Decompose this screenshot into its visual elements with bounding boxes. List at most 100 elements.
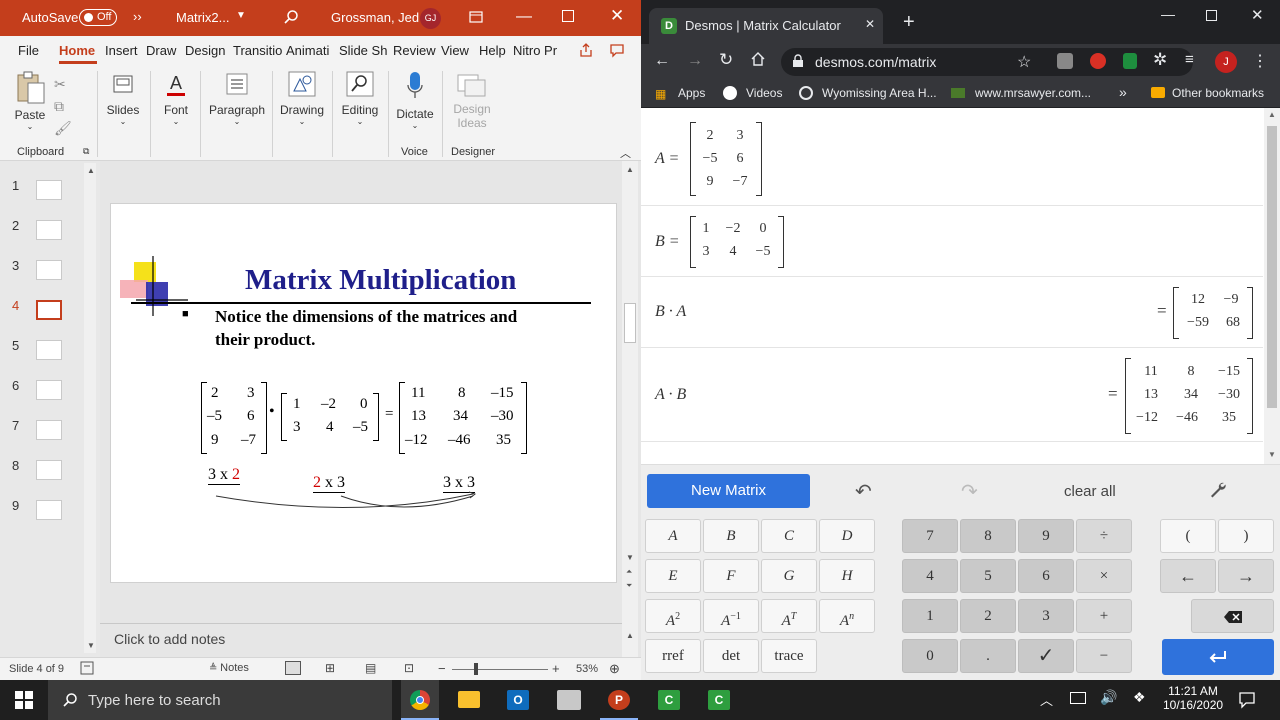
doc-name[interactable]: Matrix2... xyxy=(176,10,229,25)
slide-thumbnail-5[interactable] xyxy=(36,340,62,360)
share-icon[interactable] xyxy=(578,42,594,58)
profile-avatar[interactable]: J xyxy=(1215,51,1237,73)
matrix-cell[interactable]: −7 xyxy=(726,174,754,190)
slide-thumbnail-8[interactable] xyxy=(36,460,62,480)
expression-row-a[interactable]: A = 2 3 −5 6 9 −7 xyxy=(641,108,1263,206)
accessibility-icon[interactable] xyxy=(80,661,94,675)
dictate-button[interactable]: Dictate ⌄ xyxy=(395,71,435,130)
matrix-b[interactable]: 1 −2 0 3 4 −5 xyxy=(690,216,784,268)
camtasia-recorder-icon[interactable]: C xyxy=(708,690,730,710)
key-left-paren[interactable]: ( xyxy=(1160,519,1216,553)
tab-file[interactable]: File xyxy=(18,43,39,58)
reading-list-icon[interactable]: ≡ xyxy=(1185,51,1194,68)
key-enter[interactable] xyxy=(1162,639,1274,675)
paste-dropdown-icon[interactable]: ⌄ xyxy=(14,122,46,131)
close-icon[interactable]: ✕ xyxy=(1251,6,1264,24)
matrix-cell[interactable]: −5 xyxy=(749,244,777,260)
tab-review[interactable]: Review xyxy=(393,43,436,58)
matrix-cell[interactable]: 2 xyxy=(696,128,724,144)
clipboard-launcher-icon[interactable]: ⧉ xyxy=(83,146,89,157)
home-icon[interactable] xyxy=(750,51,766,67)
taskbar-chrome[interactable] xyxy=(401,680,439,720)
zoom-in-icon[interactable]: + xyxy=(552,661,560,676)
key-2[interactable]: 2 xyxy=(960,599,1016,633)
key-matrix-c[interactable]: C xyxy=(761,519,817,553)
bookmark-star-icon[interactable]: ☆ xyxy=(1017,52,1031,72)
matrix-cell[interactable]: −5 xyxy=(696,151,724,167)
tab-transitions[interactable]: Transitio xyxy=(233,43,282,58)
search-icon[interactable] xyxy=(283,9,299,25)
expression-row-b[interactable]: B = 1 −2 0 3 4 −5 xyxy=(641,206,1263,277)
key-matrix-f[interactable]: F xyxy=(703,559,759,593)
key-3[interactable]: 3 xyxy=(1018,599,1074,633)
slide-thumbnail-9[interactable] xyxy=(36,500,62,520)
key-decimal[interactable]: . xyxy=(960,639,1016,673)
tab-view[interactable]: View xyxy=(441,43,469,58)
notifications-icon[interactable] xyxy=(1238,691,1256,709)
key-power[interactable]: An xyxy=(819,599,875,633)
autosave-toggle[interactable]: Off xyxy=(79,9,117,26)
scroll-up-icon[interactable]: ▲ xyxy=(87,166,95,175)
bookmark-mrsawyer[interactable]: www.mrsawyer.com... xyxy=(975,86,1091,100)
more-commands-icon[interactable]: ›› xyxy=(133,9,142,24)
matrix-cell[interactable]: 6 xyxy=(726,151,754,167)
file-explorer-icon[interactable] xyxy=(458,691,480,708)
tab-animations[interactable]: Animati xyxy=(286,43,329,58)
minimize-icon[interactable]: — xyxy=(1161,6,1175,22)
design-ideas-button[interactable]: Design Ideas xyxy=(448,71,496,130)
tab-help[interactable]: Help xyxy=(479,43,506,58)
tab-insert[interactable]: Insert xyxy=(105,43,138,58)
chrome-menu-icon[interactable]: ⋮ xyxy=(1252,51,1268,71)
reload-icon[interactable]: ↻ xyxy=(719,50,733,70)
key-4[interactable]: 4 xyxy=(902,559,958,593)
tab-draw[interactable]: Draw xyxy=(146,43,176,58)
key-matrix-a[interactable]: A xyxy=(645,519,701,553)
tab-slide-show[interactable]: Slide Sh xyxy=(339,43,387,58)
extension-record-icon[interactable] xyxy=(1090,53,1106,69)
matrix-cell[interactable]: 0 xyxy=(749,221,777,237)
key-transpose[interactable]: AT xyxy=(761,599,817,633)
bookmark-apps[interactable]: Apps xyxy=(678,86,705,100)
bookmark-wyomissing[interactable]: Wyomissing Area H... xyxy=(822,86,937,100)
key-matrix-b[interactable]: B xyxy=(703,519,759,553)
bookmark-other[interactable]: Other bookmarks xyxy=(1172,86,1264,100)
notes-toggle[interactable]: ≜ Notes xyxy=(209,662,249,674)
windows-start-icon[interactable] xyxy=(15,691,33,709)
key-0[interactable]: 0 xyxy=(902,639,958,673)
key-plus[interactable]: + xyxy=(1076,599,1132,633)
new-matrix-button[interactable]: New Matrix xyxy=(647,474,810,508)
matrix-cell[interactable]: 9 xyxy=(696,174,724,190)
scroll-down-icon[interactable]: ▼ xyxy=(87,641,95,650)
taskbar-powerpoint[interactable]: P xyxy=(600,680,638,720)
extension-shield-icon[interactable] xyxy=(1123,53,1137,69)
slide-thumbnail-1[interactable] xyxy=(36,180,62,200)
expression-scrollbar[interactable]: ▲ ▼ xyxy=(1264,108,1280,464)
key-matrix-e[interactable]: E xyxy=(645,559,701,593)
scroll-up-icon[interactable]: ▲ xyxy=(1268,110,1276,119)
maximize-icon[interactable] xyxy=(562,10,574,22)
zoom-thumb[interactable] xyxy=(474,663,478,675)
volume-icon[interactable]: 🔊 xyxy=(1100,689,1117,706)
matrix-a[interactable]: 2 3 −5 6 9 −7 xyxy=(690,122,762,196)
key-minus[interactable]: − xyxy=(1076,639,1132,673)
copy-icon[interactable]: ⧉ xyxy=(54,95,72,117)
paste-button[interactable]: Paste ⌄ xyxy=(14,71,46,131)
lock-icon[interactable] xyxy=(792,54,804,68)
extensions-puzzle-icon[interactable]: ✲ xyxy=(1153,50,1167,70)
slide-thumbnail-7[interactable] xyxy=(36,420,62,440)
next-slide-icon[interactable]: ⏷ xyxy=(626,581,632,591)
close-icon[interactable]: ✕ xyxy=(610,6,624,26)
key-squared[interactable]: A2 xyxy=(645,599,701,633)
maximize-icon[interactable] xyxy=(1206,10,1217,21)
notes-placeholder[interactable]: Click to add notes xyxy=(114,631,225,647)
key-divide[interactable]: ÷ xyxy=(1076,519,1132,553)
doc-dropdown-icon[interactable]: ▼ xyxy=(236,10,246,21)
slide-thumbnail-4[interactable] xyxy=(36,300,62,320)
expression-row-ba[interactable]: B · A = 12 −9 −59 68 xyxy=(641,277,1263,348)
prev-slide-icon[interactable]: ⏶ xyxy=(626,567,632,577)
undo-icon[interactable]: ↶ xyxy=(855,479,872,504)
battery-icon[interactable] xyxy=(1070,692,1086,704)
tab-home[interactable]: Home xyxy=(59,43,95,58)
notes-scroll-up-icon[interactable]: ▲ xyxy=(626,631,634,640)
camtasia-icon[interactable]: C xyxy=(658,690,680,710)
